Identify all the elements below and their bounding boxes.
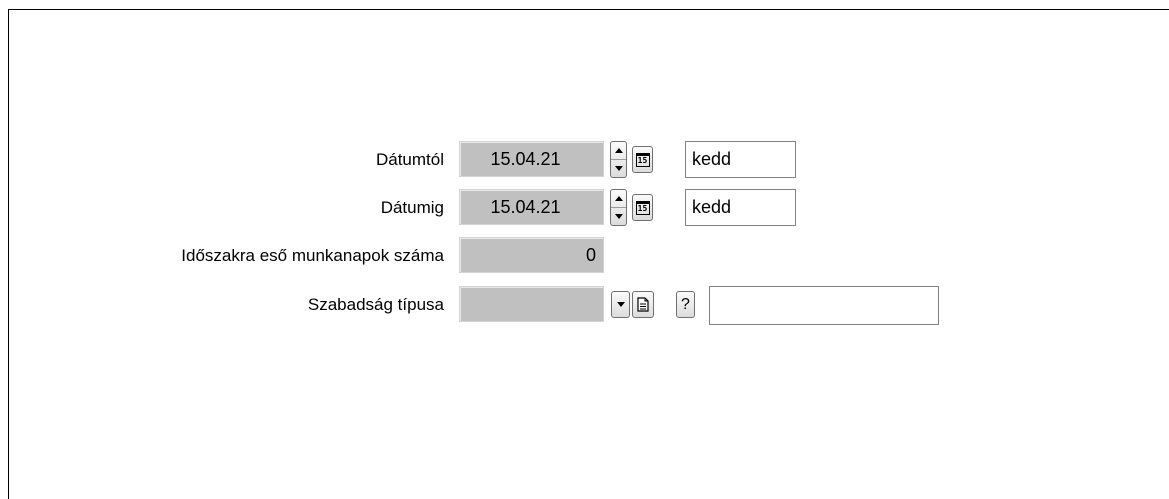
help-icon: ? bbox=[681, 295, 690, 313]
date-to-field[interactable]: 15.04.21 bbox=[459, 189, 604, 225]
chevron-down-icon bbox=[616, 302, 625, 307]
date-from-calendar-button[interactable]: 15 bbox=[632, 146, 653, 173]
date-to-spinner[interactable] bbox=[610, 189, 627, 226]
date-to-weekday-field[interactable]: kedd bbox=[685, 189, 796, 226]
calendar-icon: 15 bbox=[635, 200, 650, 215]
spin-up-icon[interactable] bbox=[611, 190, 626, 208]
spin-down-icon[interactable] bbox=[611, 208, 626, 225]
workdays-label: Időszakra eső munkanapok száma bbox=[181, 246, 444, 265]
date-to-calendar-button[interactable]: 15 bbox=[632, 194, 653, 221]
date-from-spinner[interactable] bbox=[610, 141, 627, 178]
document-icon bbox=[637, 297, 649, 312]
date-from-field[interactable]: 15.04.21 bbox=[459, 141, 604, 177]
leave-type-help-button[interactable]: ? bbox=[676, 291, 695, 318]
spin-up-icon[interactable] bbox=[611, 142, 626, 160]
leave-type-select[interactable] bbox=[459, 286, 604, 322]
date-from-label: Dátumtól bbox=[375, 150, 444, 169]
workdays-field: 0 bbox=[459, 237, 604, 273]
date-to-label: Dátumig bbox=[380, 198, 444, 217]
leave-type-details-button[interactable] bbox=[632, 291, 654, 318]
date-from-weekday-field[interactable]: kedd bbox=[685, 141, 796, 178]
leave-type-text-field[interactable] bbox=[709, 286, 939, 325]
leave-type-label: Szabadság típusa bbox=[307, 295, 444, 314]
spin-down-icon[interactable] bbox=[611, 160, 626, 177]
calendar-icon: 15 bbox=[635, 152, 650, 167]
leave-type-dropdown-button[interactable] bbox=[611, 291, 630, 318]
